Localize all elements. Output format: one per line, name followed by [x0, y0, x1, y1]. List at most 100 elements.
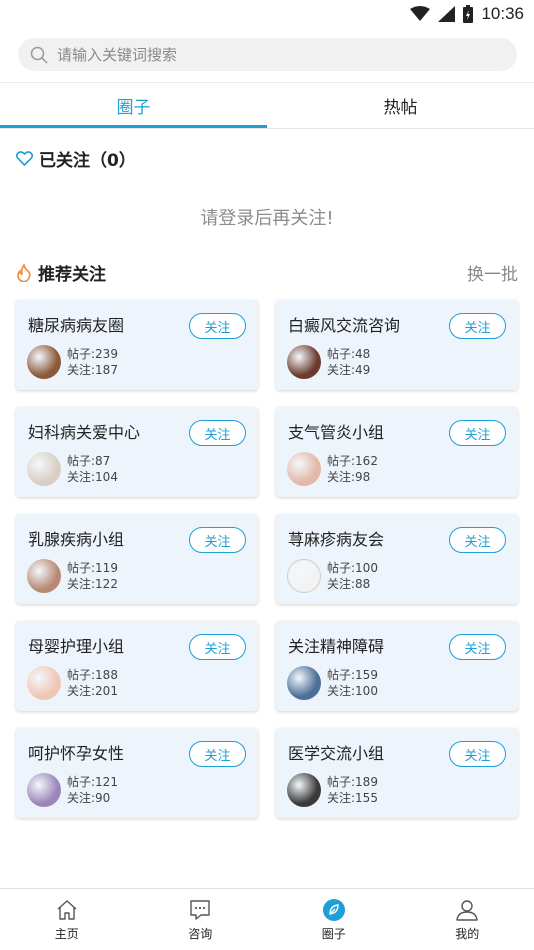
- search-icon: [30, 46, 48, 64]
- group-meta: 帖子:239 关注:187: [27, 345, 118, 379]
- follow-count: 关注:88: [327, 577, 371, 591]
- group-card[interactable]: 呵护怀孕女性 关注 帖子:121 关注:90: [16, 728, 258, 818]
- tab-bar: 圈子 热帖: [0, 83, 534, 128]
- group-meta: 帖子:100 关注:88: [287, 559, 378, 593]
- follow-button[interactable]: 关注: [449, 527, 506, 553]
- nav-consult-label: 咨询: [188, 927, 213, 941]
- group-grid: 糖尿病病友圈 关注 帖子:239 关注:187 白癜风交流咨询 关注 帖子:48…: [16, 300, 518, 818]
- group-card[interactable]: 支气管炎小组 关注 帖子:162 关注:98: [276, 407, 518, 497]
- login-hint[interactable]: 请登录后再关注!: [0, 204, 534, 230]
- follow-button[interactable]: 关注: [189, 634, 246, 660]
- group-avatar: [27, 773, 61, 807]
- group-meta: 帖子:188 关注:201: [27, 666, 118, 700]
- group-avatar: [27, 559, 61, 593]
- group-meta: 帖子:87 关注:104: [27, 452, 118, 486]
- user-icon: [456, 900, 478, 921]
- nav-circles[interactable]: 圈子: [267, 889, 401, 950]
- follow-count: 关注:122: [67, 577, 118, 591]
- group-stats: 帖子:100 关注:88: [327, 560, 378, 592]
- recommend-title: 推荐关注: [38, 265, 106, 285]
- recommend-title-wrap: 推荐关注: [16, 260, 106, 285]
- follow-button[interactable]: 关注: [189, 741, 246, 767]
- follow-count: 关注:104: [67, 470, 118, 484]
- nav-mine[interactable]: 我的: [401, 889, 534, 950]
- group-card[interactable]: 糖尿病病友圈 关注 帖子:239 关注:187: [16, 300, 258, 390]
- post-count: 帖子:121: [67, 775, 118, 789]
- nav-mine-label: 我的: [455, 927, 480, 941]
- group-avatar: [27, 452, 61, 486]
- wifi-icon: [410, 6, 431, 21]
- nav-consult[interactable]: 咨询: [134, 889, 268, 950]
- group-meta: 帖子:121 关注:90: [27, 773, 118, 807]
- post-count: 帖子:188: [67, 668, 118, 682]
- tab-circles[interactable]: 圈子: [0, 83, 267, 128]
- follow-count: 关注:49: [327, 363, 371, 377]
- post-count: 帖子:87: [67, 454, 111, 468]
- group-avatar: [287, 666, 321, 700]
- recommend-header: 推荐关注 换一批: [16, 260, 518, 285]
- group-stats: 帖子:48 关注:49: [327, 346, 370, 378]
- post-count: 帖子:189: [327, 775, 378, 789]
- group-stats: 帖子:159 关注:100: [327, 667, 378, 699]
- status-time: 10:36: [481, 4, 524, 23]
- group-meta: 帖子:119 关注:122: [27, 559, 118, 593]
- group-card[interactable]: 妇科病关爱中心 关注 帖子:87 关注:104: [16, 407, 258, 497]
- bottom-nav: 主页 咨询 圈子 我的: [0, 888, 534, 950]
- post-count: 帖子:119: [67, 561, 118, 575]
- nav-home[interactable]: 主页: [0, 889, 134, 950]
- follow-count: 关注:98: [327, 470, 371, 484]
- follow-button[interactable]: 关注: [449, 634, 506, 660]
- post-count: 帖子:100: [327, 561, 378, 575]
- group-card[interactable]: 关注精神障碍 关注 帖子:159 关注:100: [276, 621, 518, 711]
- group-avatar: [27, 345, 61, 379]
- home-icon: [57, 900, 77, 920]
- group-stats: 帖子:119 关注:122: [67, 560, 118, 592]
- nav-circles-label: 圈子: [321, 927, 346, 941]
- follow-count: 关注:187: [67, 363, 118, 377]
- post-count: 帖子:162: [327, 454, 378, 468]
- fire-icon: [17, 263, 31, 282]
- tab-hot-posts[interactable]: 热帖: [267, 83, 534, 128]
- follow-button[interactable]: 关注: [189, 313, 246, 339]
- chat-icon: [190, 900, 210, 920]
- follow-button[interactable]: 关注: [189, 420, 246, 446]
- circle-leaf-icon: [322, 899, 345, 921]
- search-bar[interactable]: [18, 38, 517, 71]
- follow-button[interactable]: 关注: [449, 741, 506, 767]
- follow-count: 关注:155: [327, 791, 378, 805]
- group-meta: 帖子:48 关注:49: [287, 345, 370, 379]
- group-card[interactable]: 母婴护理小组 关注 帖子:188 关注:201: [16, 621, 258, 711]
- group-avatar: [287, 345, 321, 379]
- post-count: 帖子:159: [327, 668, 378, 682]
- divider: [0, 128, 534, 129]
- group-avatar: [287, 559, 321, 593]
- follow-count: 关注:90: [67, 791, 111, 805]
- group-meta: 帖子:189 关注:155: [287, 773, 378, 807]
- group-card[interactable]: 医学交流小组 关注 帖子:189 关注:155: [276, 728, 518, 818]
- group-stats: 帖子:239 关注:187: [67, 346, 118, 378]
- followed-title: 已关注（0）: [39, 151, 136, 171]
- refresh-button[interactable]: 换一批: [467, 260, 518, 285]
- follow-button[interactable]: 关注: [189, 527, 246, 553]
- group-stats: 帖子:188 关注:201: [67, 667, 118, 699]
- follow-button[interactable]: 关注: [449, 420, 506, 446]
- group-card[interactable]: 乳腺疾病小组 关注 帖子:119 关注:122: [16, 514, 258, 604]
- followed-header: 已关注（0）: [16, 146, 136, 171]
- status-icons: 10:36: [410, 3, 524, 25]
- status-bar: 10:36: [0, 0, 534, 28]
- battery-icon: [463, 5, 474, 23]
- group-avatar: [287, 773, 321, 807]
- group-stats: 帖子:162 关注:98: [327, 453, 378, 485]
- signal-icon: [438, 6, 456, 22]
- follow-count: 关注:201: [67, 684, 118, 698]
- post-count: 帖子:239: [67, 347, 118, 361]
- group-avatar: [27, 666, 61, 700]
- group-card[interactable]: 荨麻疹病友会 关注 帖子:100 关注:88: [276, 514, 518, 604]
- follow-button[interactable]: 关注: [449, 313, 506, 339]
- group-meta: 帖子:162 关注:98: [287, 452, 378, 486]
- group-card[interactable]: 白癜风交流咨询 关注 帖子:48 关注:49: [276, 300, 518, 390]
- group-stats: 帖子:121 关注:90: [67, 774, 118, 806]
- group-meta: 帖子:159 关注:100: [287, 666, 378, 700]
- search-input[interactable]: [57, 45, 477, 64]
- nav-home-label: 主页: [54, 927, 79, 941]
